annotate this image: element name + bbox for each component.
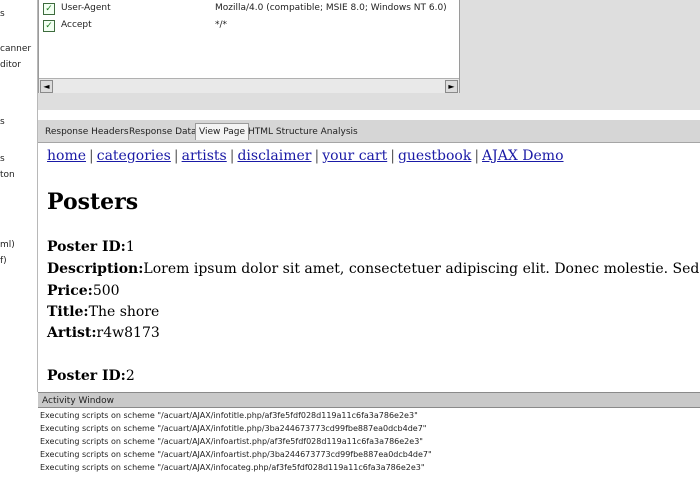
nav-link-disclaimer[interactable]: disclaimer (237, 148, 311, 164)
site-nav: home | categories | artists | disclaimer | your … (47, 148, 564, 164)
header-checkbox[interactable]: ✓ (43, 20, 55, 32)
poster-title-field: Title:The shore (47, 304, 159, 320)
tree-item[interactable]: ditor (0, 60, 21, 70)
nav-separator: | (173, 148, 179, 164)
scroll-left-icon[interactable]: ◄ (40, 80, 53, 93)
nav-separator: | (89, 148, 94, 164)
tree-item[interactable]: f) (0, 256, 7, 266)
log-line: Executing scripts on scheme "/acuart/AJA… (40, 450, 432, 459)
header-value: */* (215, 20, 228, 30)
field-label: Title: (47, 304, 89, 320)
nav-link-guestbook[interactable]: guestbook (398, 148, 471, 164)
nav-separator: | (390, 148, 395, 164)
tree-item[interactable]: ton (0, 170, 15, 180)
field-label: Artist: (47, 325, 97, 341)
page-title: Posters (47, 189, 139, 215)
header-value: Mozilla/4.0 (compatible; MSIE 8.0; Windo… (215, 3, 447, 13)
poster-description-value: Lorem ipsum dolor sit amet, consectetuer… (143, 261, 700, 277)
field-label: Poster ID: (47, 368, 126, 384)
activity-window-title: Activity Window (38, 392, 700, 408)
field-label: Price: (47, 283, 93, 299)
log-line: Executing scripts on scheme "/acuart/AJA… (40, 411, 418, 420)
nav-separator: | (474, 148, 480, 164)
poster-id-field: Poster ID:2 (47, 368, 135, 384)
nav-link-artists[interactable]: artists (182, 148, 227, 164)
nav-link-ajax-demo[interactable]: AJAX Demo (482, 148, 563, 164)
tree-item[interactable]: s (0, 117, 5, 127)
tab-html-structure-analysis[interactable]: HTML Structure Analysis (245, 124, 361, 140)
tree-item[interactable]: s (0, 9, 5, 19)
activity-log[interactable]: Executing scripts on scheme "/acuart/AJA… (38, 409, 700, 485)
nav-separator: | (314, 148, 320, 164)
splitter-bar[interactable] (38, 93, 460, 110)
tree-item[interactable]: s (0, 154, 5, 164)
poster-description-field: Description:Lorem ipsum dolor sit amet, … (47, 261, 700, 277)
view-page-pane: home | categories | artists | disclaimer | your … (38, 143, 700, 391)
poster-title-value: The shore (88, 304, 160, 320)
poster-artist-field: Artist:r4w8173 (47, 325, 160, 341)
header-checkbox[interactable]: ✓ (43, 3, 55, 15)
left-tree-panel: s canner ditor s s ton ml) f) (0, 0, 38, 392)
poster-artist-value: r4w8173 (96, 325, 160, 341)
log-line: Executing scripts on scheme "/acuart/AJA… (40, 437, 423, 446)
nav-separator: | (229, 148, 235, 164)
scroll-right-icon[interactable]: ► (445, 80, 458, 93)
poster-id-field: Poster ID:1 (47, 239, 135, 255)
tab-view-page[interactable]: View Page (195, 123, 250, 140)
log-line: Executing scripts on scheme "/acuart/AJA… (40, 424, 427, 433)
header-row[interactable]: ✓ Accept */* (39, 17, 459, 36)
nav-link-home[interactable]: home (47, 148, 86, 164)
poster-price-field: Price:500 (47, 283, 120, 299)
tab-response-headers[interactable]: Response Headers (42, 124, 132, 140)
response-tabs: Response Headers Response Data View Page… (38, 120, 700, 143)
poster-price-value: 500 (92, 283, 120, 299)
poster-id-value: 2 (125, 368, 135, 384)
nav-link-your-cart[interactable]: your cart (322, 148, 387, 164)
field-label: Description: (47, 261, 144, 277)
nav-link-categories[interactable]: categories (97, 148, 171, 164)
tree-item[interactable]: canner (0, 44, 31, 54)
header-name: Accept (61, 20, 92, 30)
tree-item[interactable]: ml) (0, 240, 15, 250)
header-name: User-Agent (61, 3, 111, 13)
empty-panel (460, 0, 700, 110)
tab-response-data[interactable]: Response Data (126, 124, 200, 140)
request-headers-grid: ✓ User-Agent Mozilla/4.0 (compatible; MS… (38, 0, 460, 94)
horizontal-scrollbar[interactable]: ◄ ► (39, 78, 459, 93)
field-label: Poster ID: (47, 239, 126, 255)
poster-id-value: 1 (125, 239, 135, 255)
log-line: Executing scripts on scheme "/acuart/AJA… (40, 463, 425, 472)
